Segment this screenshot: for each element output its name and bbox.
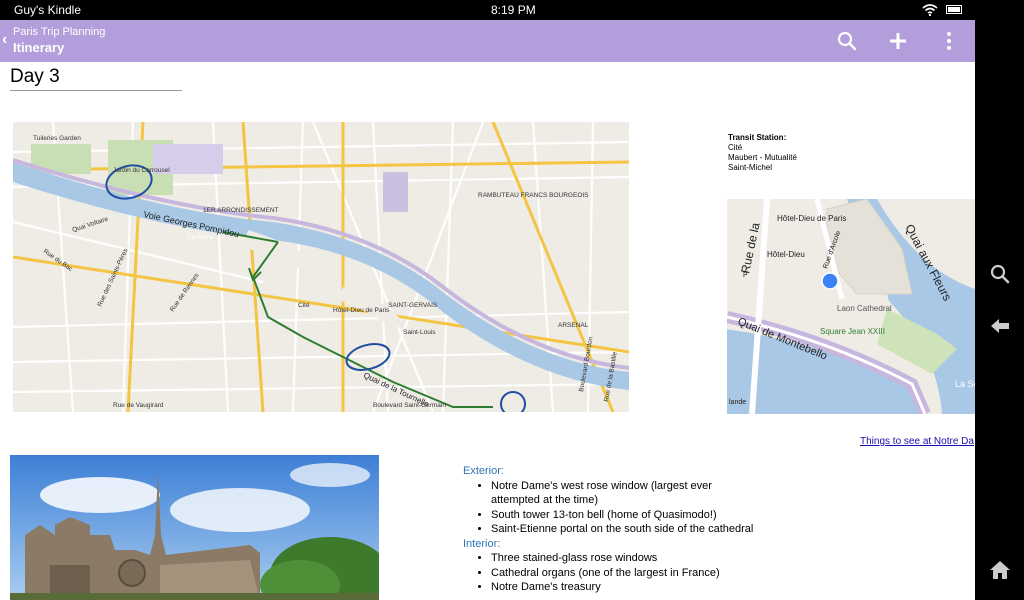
exterior-item: Notre Dame's west rose window (largest e…: [491, 479, 761, 508]
section-title[interactable]: Itinerary: [13, 40, 64, 55]
overflow-menu-icon[interactable]: [936, 28, 962, 54]
transit-station: Saint-Michel: [728, 163, 773, 172]
notre-dame-mini-map[interactable]: Rue de la Hôtel-Dieu de Paris Hôtel-Dieu…: [727, 199, 975, 414]
mini-map-label-laon: Laon Cathedral: [837, 304, 892, 313]
mini-map-label-p: P: [743, 272, 748, 279]
battery-icon: [946, 5, 962, 14]
transit-station: Cité: [728, 143, 743, 152]
title-underline: [10, 90, 182, 91]
exterior-item: Saint-Etienne portal on the south side o…: [491, 522, 761, 537]
interior-heading: Interior:: [463, 537, 501, 550]
interior-item: Notre Dame's treasury: [491, 580, 761, 595]
back-arrow-icon[interactable]: [988, 314, 1012, 338]
map-label-tuileries: Tuileries Garden: [33, 135, 81, 142]
back-chevron-icon[interactable]: ‹: [2, 31, 7, 49]
interior-item: Cathedral organs (one of the largest in …: [491, 566, 761, 581]
map-label-arsenal: ARSENAL: [558, 322, 589, 329]
map-label-arrondissement: 1ER ARRONDISSEMENT: [203, 207, 279, 214]
map-label-seine: La Seine: [188, 234, 214, 241]
map-label-jardin: Jardin du Carrousel: [113, 167, 170, 174]
add-icon[interactable]: [885, 28, 911, 54]
transit-heading: Transit Station:: [728, 133, 787, 142]
notre-dame-link[interactable]: Things to see at Notre Da: [860, 436, 974, 447]
exterior-item: South tower 13-ton bell (home of Quasimo…: [491, 508, 761, 523]
navigation-rail: [975, 0, 1024, 600]
home-icon[interactable]: [988, 558, 1012, 582]
map-label-saint-louis: Saint-Louis: [403, 329, 436, 336]
map-label-cite: Cité: [298, 302, 310, 309]
map-label-vaugirard: Rue de Vaugirard: [113, 402, 164, 409]
status-bar: Guy's Kindle 8:19 PM: [0, 0, 975, 20]
interior-item: Three stained-glass rose windows: [491, 551, 761, 566]
clock: 8:19 PM: [491, 3, 536, 17]
notes-block[interactable]: Exterior: Notre Dame's west rose window …: [463, 464, 761, 595]
transit-station: Maubert - Mutualité: [728, 153, 797, 162]
wifi-icon: [922, 4, 938, 16]
search-icon[interactable]: [988, 262, 1012, 286]
mini-map-label-square: Square Jean XXIII: [820, 327, 885, 336]
map-label-rambuteau: RAMBUTEAU FRANCS BOURGEOIS: [478, 192, 589, 199]
page-title[interactable]: Day 3: [10, 66, 60, 88]
search-icon[interactable]: [834, 28, 860, 54]
mini-map-label-la-se: La Se: [955, 379, 975, 389]
mini-map-label-lande: lande: [729, 399, 746, 406]
exterior-heading: Exterior:: [463, 465, 504, 477]
mini-map-label-hotel-dieu-short: Hôtel-Dieu: [767, 250, 805, 259]
app-bar: ‹ Paris Trip Planning Itinerary: [0, 20, 975, 62]
mini-map-label-hotel-dieu: Hôtel-Dieu de Paris: [777, 214, 846, 223]
map-label-hotel-dieu: Hôtel-Dieu de Paris: [333, 307, 390, 314]
notre-dame-photo[interactable]: [10, 455, 379, 600]
notebook-title[interactable]: Paris Trip Planning: [13, 26, 105, 38]
transit-info[interactable]: Transit Station: Cité Maubert - Mutualit…: [728, 133, 797, 173]
map-label-saint-germain: Boulevard Saint-Germain: [373, 402, 446, 409]
paris-map-image[interactable]: Jardin du Carrousel Tuileries Garden 1ER…: [13, 122, 629, 412]
map-label-saint-gervais: SAINT-GERVAIS: [388, 302, 438, 309]
page-canvas[interactable]: Day 3 Jardin du Carrousel Tuileries Gard…: [0, 62, 975, 600]
device-name: Guy's Kindle: [14, 3, 81, 17]
